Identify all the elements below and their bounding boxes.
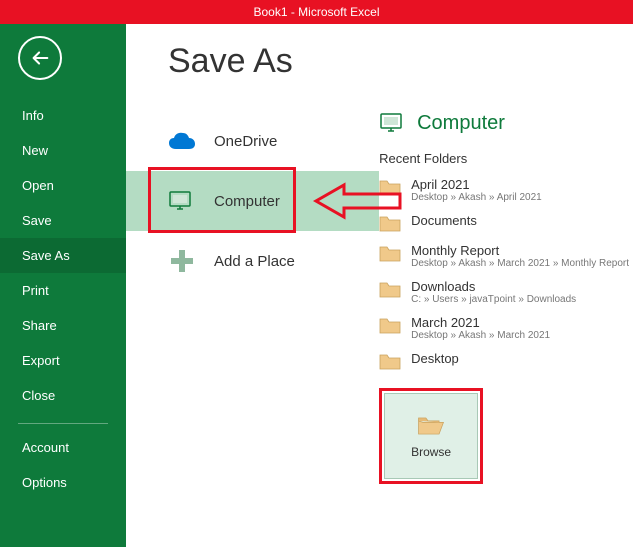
recent-folders-label: Recent Folders xyxy=(379,151,629,166)
nav-account[interactable]: Account xyxy=(0,430,126,465)
folder-icon xyxy=(379,245,401,263)
folder-name: Desktop xyxy=(411,351,629,366)
place-add-label: Add a Place xyxy=(214,253,295,270)
recent-folders-list: April 2021Desktop » Akash » April 2021 Do… xyxy=(379,172,629,376)
folder-path: Desktop » Akash » March 2021 xyxy=(411,330,629,341)
nav-print[interactable]: Print xyxy=(0,273,126,308)
backstage-sidebar: Info New Open Save Save As Print Share E… xyxy=(0,24,126,547)
folder-open-icon xyxy=(412,415,450,437)
place-add[interactable]: Add a Place xyxy=(126,231,379,291)
folder-item[interactable]: Documents xyxy=(379,208,629,238)
nav-save-as[interactable]: Save As xyxy=(0,238,126,273)
nav-open[interactable]: Open xyxy=(0,168,126,203)
nav-save[interactable]: Save xyxy=(0,203,126,238)
folder-icon xyxy=(379,317,401,335)
folder-item[interactable]: Monthly ReportDesktop » Akash » March 20… xyxy=(379,238,629,274)
nav-options[interactable]: Options xyxy=(0,465,126,500)
annotation-red-box-browse: Browse xyxy=(379,388,483,484)
nav-close[interactable]: Close xyxy=(0,378,126,413)
folder-item[interactable]: DownloadsC: » Users » javaTpoint » Downl… xyxy=(379,274,629,310)
nav-divider xyxy=(18,423,108,424)
right-header-label: Computer xyxy=(417,112,505,135)
title-text: Book1 - Microsoft Excel xyxy=(253,5,379,19)
folder-name: Downloads xyxy=(411,279,629,294)
folder-path: Desktop » Akash » April 2021 xyxy=(411,192,629,203)
folder-name: Documents xyxy=(411,213,629,228)
back-arrow-icon xyxy=(29,47,51,69)
browse-button[interactable]: Browse xyxy=(384,393,478,479)
place-onedrive[interactable]: OneDrive xyxy=(126,111,379,171)
onedrive-icon xyxy=(168,131,196,151)
folder-item[interactable]: April 2021Desktop » Akash » April 2021 xyxy=(379,172,629,208)
nav-new[interactable]: New xyxy=(0,133,126,168)
right-header: Computer xyxy=(379,111,629,135)
back-button[interactable] xyxy=(18,36,62,80)
places-column: OneDrive Computer xyxy=(126,111,379,484)
computer-header-icon xyxy=(379,111,407,135)
folder-icon xyxy=(379,281,401,299)
folder-name: Monthly Report xyxy=(411,243,629,258)
computer-icon xyxy=(168,189,196,213)
browse-label: Browse xyxy=(411,445,451,459)
folder-item[interactable]: Desktop xyxy=(379,346,629,376)
folder-name: March 2021 xyxy=(411,315,629,330)
content-area: Save As OneDrive Computer xyxy=(126,24,633,547)
folder-icon xyxy=(379,353,401,371)
right-column: Computer Recent Folders April 2021Deskto… xyxy=(379,111,633,484)
add-place-icon xyxy=(168,247,196,275)
nav-export[interactable]: Export xyxy=(0,343,126,378)
folder-path: Desktop » Akash » March 2021 » Monthly R… xyxy=(411,258,629,269)
title-bar: Book1 - Microsoft Excel xyxy=(0,0,633,24)
folder-name: April 2021 xyxy=(411,177,629,192)
place-onedrive-label: OneDrive xyxy=(214,133,277,150)
folder-path: C: » Users » javaTpoint » Downloads xyxy=(411,294,629,305)
nav-share[interactable]: Share xyxy=(0,308,126,343)
folder-item[interactable]: March 2021Desktop » Akash » March 2021 xyxy=(379,310,629,346)
annotation-arrow-icon xyxy=(312,179,402,223)
place-computer-label: Computer xyxy=(214,193,280,210)
page-title: Save As xyxy=(168,42,633,81)
nav-info[interactable]: Info xyxy=(0,98,126,133)
